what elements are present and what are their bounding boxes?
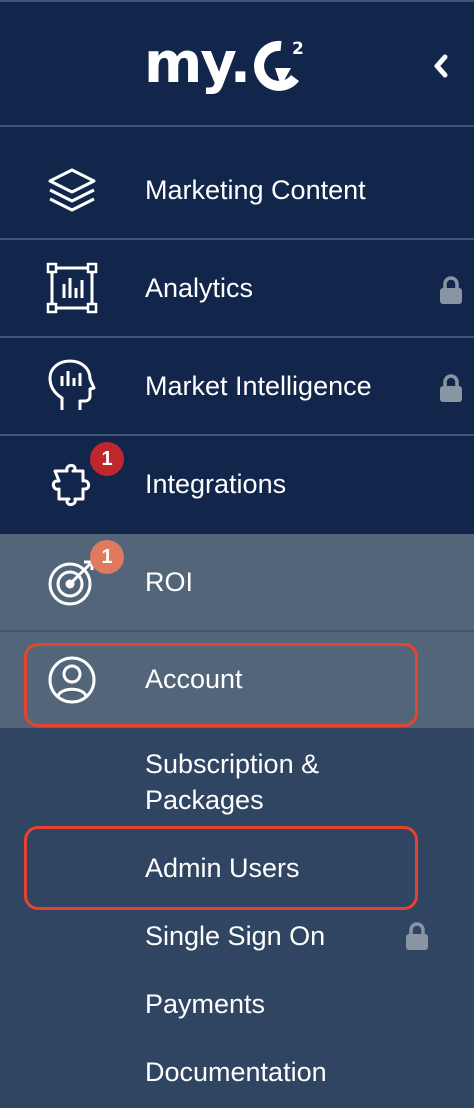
highlight-admin-users [24, 826, 418, 910]
highlight-account [24, 643, 418, 727]
logo-superscript: 2 [292, 39, 304, 59]
nav-label: Analytics [145, 273, 254, 303]
nav-item-analytics[interactable]: Analytics [0, 240, 474, 336]
notification-badge: 1 [90, 540, 124, 574]
account-submenu: Subscription & Packages Admin Users Sing… [0, 728, 474, 1108]
nav-item-marketing-content[interactable]: Marketing Content [0, 142, 474, 238]
nav-item-market-intelligence[interactable]: Market Intelligence [0, 338, 474, 434]
submenu-label: Documentation [145, 1057, 327, 1087]
submenu-label-line: Subscription & [145, 749, 320, 779]
bar-chart-icon [44, 260, 100, 316]
logo-text: my. [144, 31, 251, 96]
submenu-item-subscription-packages[interactable]: Subscription & Packages [145, 746, 319, 818]
g2-logo-mark: 2 [254, 39, 304, 91]
nav-item-roi[interactable]: ROI 1 [0, 534, 474, 630]
submenu-label: Payments [145, 989, 266, 1019]
notification-badge: 1 [90, 442, 124, 476]
submenu-item-documentation[interactable]: Documentation [145, 1054, 327, 1090]
divider [0, 125, 474, 127]
mg2-logo[interactable]: my. 2 [144, 32, 307, 96]
submenu-label-line: Packages [145, 785, 264, 815]
nav-label: ROI [145, 567, 194, 597]
lock-icon [440, 374, 462, 402]
nav-label: Marketing Content [145, 175, 366, 205]
sidebar-header: my. 2 [0, 2, 474, 126]
layers-icon [44, 162, 100, 218]
lock-icon [406, 922, 428, 950]
head-chart-icon [44, 358, 100, 414]
submenu-label: Single Sign On [145, 921, 326, 951]
submenu-item-payments[interactable]: Payments [145, 986, 265, 1022]
lock-icon [440, 276, 462, 304]
submenu-item-single-sign-on[interactable]: Single Sign On [145, 918, 325, 954]
collapse-sidebar-button[interactable] [424, 46, 458, 86]
chevron-left-icon [434, 54, 448, 78]
nav-label: Market Intelligence [145, 371, 372, 401]
nav-item-integrations[interactable]: Integrations 1 [0, 436, 474, 532]
nav-label: Integrations [145, 469, 287, 499]
